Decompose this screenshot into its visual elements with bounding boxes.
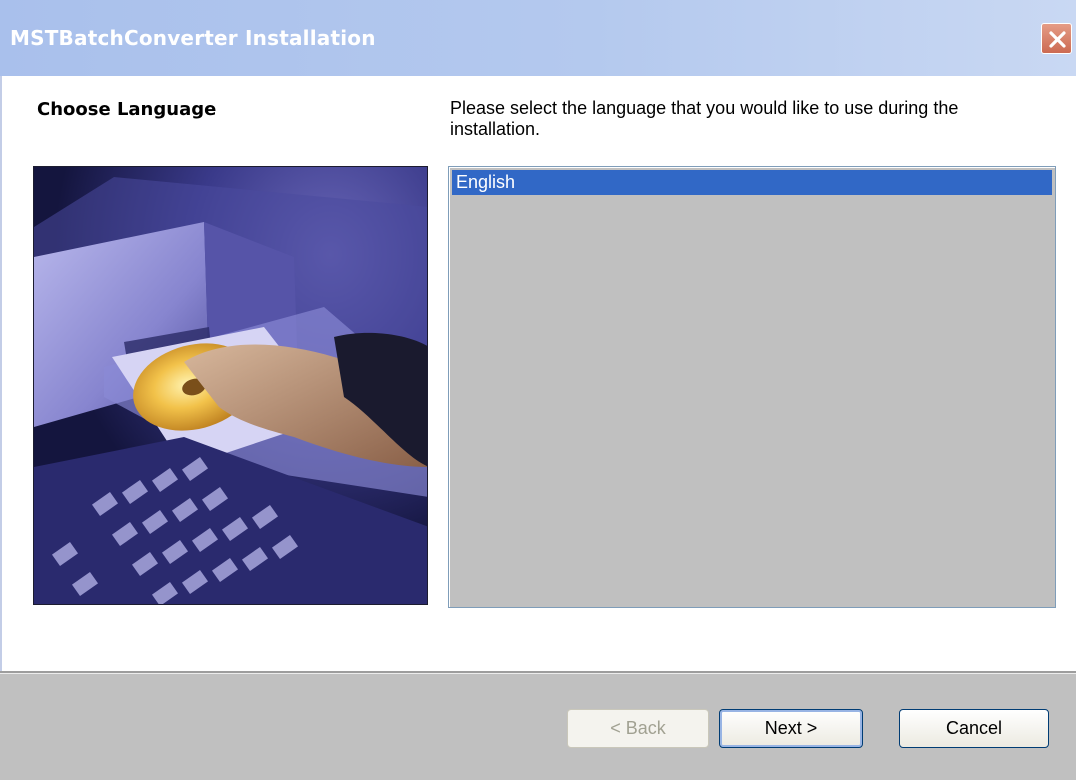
page-title: Choose Language (37, 99, 217, 120)
window-frame-left (0, 76, 2, 671)
button-bar: < Back Next > Cancel (0, 671, 1076, 780)
window-title: MSTBatchConverter Installation (10, 26, 376, 50)
back-button[interactable]: < Back (567, 709, 709, 748)
close-button[interactable] (1041, 23, 1072, 54)
language-listbox[interactable]: English (448, 166, 1056, 608)
instruction-text: Please select the language that you woul… (450, 98, 959, 139)
cancel-button[interactable]: Cancel (899, 709, 1049, 748)
close-icon (1049, 31, 1066, 48)
setup-illustration (33, 166, 428, 605)
language-option-english[interactable]: English (452, 170, 1052, 195)
cd-drive-image (34, 167, 427, 604)
title-bar[interactable]: MSTBatchConverter Installation (0, 0, 1076, 76)
next-button[interactable]: Next > (719, 709, 863, 748)
installer-window: MSTBatchConverter Installation Choose La… (0, 0, 1076, 780)
